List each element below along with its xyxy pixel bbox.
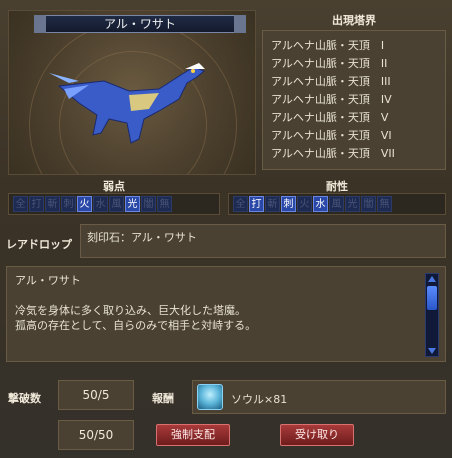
- weakness-cell-pierce: 刺: [61, 196, 76, 212]
- description-box: アル・ワサト 冷気を身体に多く取り込み、巨大化した塔魔。 孤高の存在として、自ら…: [6, 266, 446, 362]
- resistance-cell-all: 全: [233, 196, 248, 212]
- tower-list-item: アルヘナ山脈・天頂 VI: [271, 129, 392, 142]
- tower-list-item: アルヘナ山脈・天頂 I: [271, 39, 385, 52]
- tower-list-item: アルヘナ山脈・天頂 V: [271, 111, 389, 124]
- weakness-cell-none: 無: [157, 196, 172, 212]
- tower-list-item: アルヘナ山脈・天頂 IV: [271, 93, 392, 106]
- reward-text: ソウル×81: [231, 393, 288, 406]
- resistance-cell-light: 光: [345, 196, 360, 212]
- monster-name-plate: アル・ワサト: [34, 15, 246, 33]
- weakness-cell-light: 光: [125, 196, 140, 212]
- resistance-cell-wind: 風: [329, 196, 344, 212]
- weakness-cell-water: 水: [93, 196, 108, 212]
- resistance-cell-slash: 斬: [265, 196, 280, 212]
- resistance-bar: 全 打 斬 刺 火 水 風 光 闇 無: [228, 193, 446, 215]
- scroll-down-icon[interactable]: [428, 348, 436, 354]
- resistance-title: 耐性: [326, 180, 348, 193]
- tower-list-item: アルヘナ山脈・天頂 VII: [271, 147, 395, 160]
- tower-list-item: アルヘナ山脈・天頂 II: [271, 57, 388, 70]
- monster-portrait: アル・ワサト: [8, 10, 256, 175]
- name-plate-left-cap: [34, 15, 46, 33]
- weakness-cell-wind: 風: [109, 196, 124, 212]
- force-control-button[interactable]: 強制支配: [156, 424, 230, 446]
- weakness-cell-blunt: 打: [29, 196, 44, 212]
- rare-drop-label: レアドロップ: [6, 238, 72, 251]
- weakness-cell-fire: 火: [77, 196, 92, 212]
- tower-list: アルヘナ山脈・天頂 I アルヘナ山脈・天頂 II アルヘナ山脈・天頂 III ア…: [262, 30, 446, 170]
- scroll-up-icon[interactable]: [428, 276, 436, 282]
- reward-label: 報酬: [152, 392, 174, 405]
- weakness-cell-dark: 闇: [141, 196, 156, 212]
- rare-drop-box: 刻印石：アル・ワサト: [80, 224, 446, 258]
- resistance-cell-none: 無: [377, 196, 392, 212]
- monster-name: アル・ワサト: [104, 17, 176, 31]
- kill-count-value: 50/5: [58, 380, 134, 410]
- description-line: 孤高の存在として、自らのみで相手と対峙する。: [15, 319, 257, 332]
- weakness-cell-slash: 斬: [45, 196, 60, 212]
- weakness-cell-all: 全: [13, 196, 28, 212]
- scroll-thumb[interactable]: [427, 286, 437, 310]
- weakness-title: 弱点: [103, 180, 125, 193]
- weakness-bar: 全 打 斬 刺 火 水 風 光 闇 無: [8, 193, 220, 215]
- rare-drop-value: 刻印石：アル・ワサト: [87, 231, 197, 244]
- tower-list-title: 出現塔界: [332, 14, 376, 27]
- reward-box: ソウル×81: [192, 380, 446, 414]
- kill-count-total: 50/50: [58, 420, 134, 450]
- description-scrollbar[interactable]: [425, 273, 439, 357]
- monster-sprite: [49, 63, 205, 144]
- resistance-cell-water: 水: [313, 196, 328, 212]
- receive-button[interactable]: 受け取り: [280, 424, 354, 446]
- soul-icon: [197, 384, 223, 410]
- name-plate-right-cap: [234, 15, 246, 33]
- resistance-cell-dark: 闇: [361, 196, 376, 212]
- description-line: 冷気を身体に多く取り込み、巨大化した塔魔。: [15, 304, 246, 317]
- tower-list-item: アルヘナ山脈・天頂 III: [271, 75, 391, 88]
- resistance-cell-fire: 火: [297, 196, 312, 212]
- resistance-cell-pierce: 刺: [281, 196, 296, 212]
- resistance-cell-blunt: 打: [249, 196, 264, 212]
- description-title: アル・ワサト: [15, 274, 81, 287]
- kill-count-label: 撃破数: [8, 392, 41, 405]
